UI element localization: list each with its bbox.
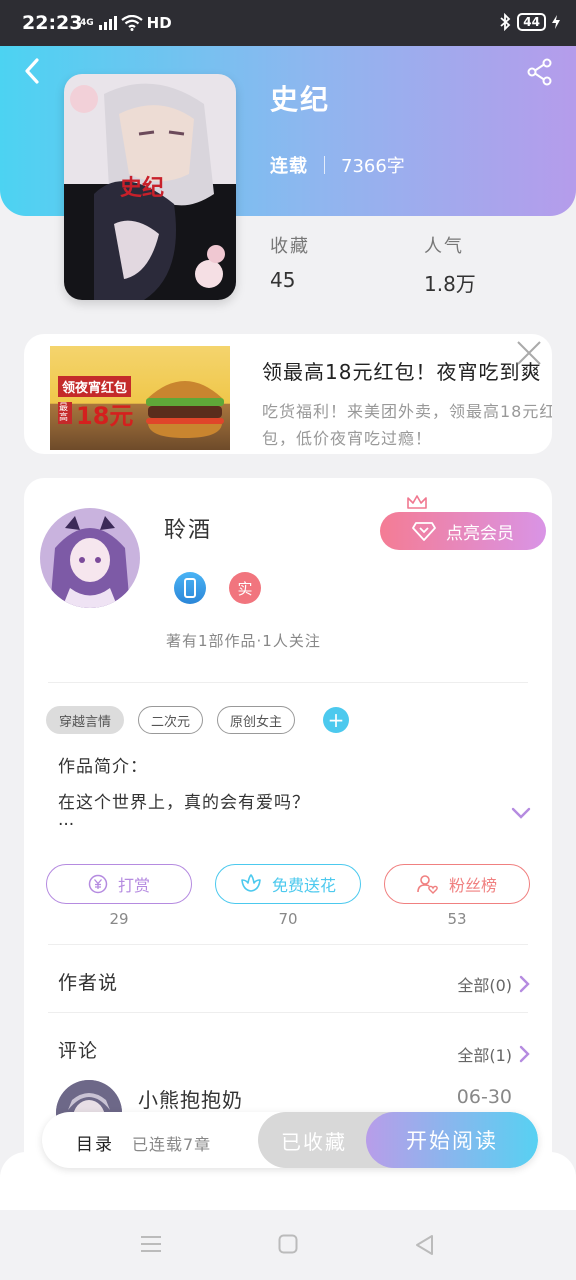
book-status: 连载 (270, 156, 308, 177)
tag-item[interactable]: 二次元 (138, 706, 204, 734)
ad-banner[interactable]: 领夜宵红包 最高 18元 领最高18元红包！夜宵吃到爽 吃货福利！来美团外卖，领… (24, 334, 552, 454)
collected-label: 已收藏 (281, 1129, 347, 1154)
flower-icon (241, 874, 261, 892)
start-reading-button[interactable]: 开始阅读 (366, 1112, 538, 1168)
author-says-all-label: 全部(0) (457, 976, 512, 995)
burger-icon (146, 381, 224, 438)
wifi-icon (120, 15, 143, 31)
author-name: 聆酒 (164, 518, 213, 543)
stat-popularity: 人气 1.8万 (424, 232, 476, 297)
vip-button-label: 点亮会员 (446, 523, 514, 544)
ad-description: 吃货福利！来美团外卖，领最高18元红包，低价夜宵吃过瘾！ (262, 402, 552, 448)
tag-list: 穿越言情 二次元 原创女主 + (46, 706, 350, 734)
send-flower-label: 免费送花 (271, 876, 336, 895)
user-heart-icon (417, 875, 438, 894)
chevron-right-icon (519, 975, 530, 993)
divider (48, 944, 528, 945)
comment-username: 小熊抱抱奶 (138, 1088, 243, 1112)
bottom-bar: 目录 已连载7章 已收藏 开始阅读 (42, 1112, 538, 1168)
stat-value: 1.8万 (424, 272, 476, 296)
book-meta: 连载 7366字 (270, 152, 405, 178)
avatar-illustration (40, 508, 140, 608)
stat-label: 人气 (424, 236, 464, 257)
crown-icon (407, 495, 427, 509)
status-right: 44 (499, 13, 560, 31)
ad-title: 领最高18元红包！夜宵吃到爽 (262, 360, 542, 384)
divider (48, 1012, 528, 1013)
tag-item[interactable]: 穿越言情 (46, 706, 125, 734)
fans-action: 粉丝榜 53 (384, 864, 530, 928)
chevron-down-icon[interactable] (510, 806, 532, 820)
fans-count: 53 (447, 910, 467, 928)
hd-label: HD (146, 14, 172, 32)
ad-image-amount: 18元 (76, 402, 134, 430)
comments-all[interactable]: 全部(1) (457, 1042, 530, 1066)
serial-status: 已连载7章 (132, 1135, 212, 1154)
book-title: 史纪 (270, 83, 331, 116)
book-cover[interactable]: 史纪 (64, 74, 236, 300)
ad-image-prefix: 最高 (58, 402, 72, 424)
intro-heading: 作品简介： (58, 757, 148, 777)
menu-icon[interactable] (140, 1234, 162, 1254)
action-buttons: 打赏 29 免费送花 70 粉丝榜 53 (46, 864, 530, 928)
start-reading-label: 开始阅读 (406, 1129, 498, 1153)
flower-count: 70 (278, 910, 298, 928)
author-says-all[interactable]: 全部(0) (457, 972, 530, 996)
author-avatar[interactable] (40, 508, 140, 608)
close-icon[interactable] (516, 340, 542, 366)
fans-rank-label: 粉丝榜 (448, 876, 497, 895)
send-flower-button[interactable]: 免费送花 (215, 864, 361, 904)
charging-icon (552, 15, 560, 29)
reward-action: 打赏 29 (46, 864, 192, 928)
phone-badge-icon (174, 572, 206, 604)
author-works: 著有1部作品·1人关注 (166, 632, 321, 650)
status-time: 22:23 (22, 12, 83, 34)
comments-title: 评论 (58, 1040, 99, 1062)
word-count: 7366字 (341, 156, 405, 177)
comment-date: 06-30 (456, 1086, 512, 1108)
toc-button[interactable]: 目录 (76, 1130, 114, 1155)
flower-action: 免费送花 70 (215, 864, 361, 928)
detail-card: 聆酒 点亮会员 实 著有1部作品·1人关注 穿越言情 二次元 原创女主 + 作品… (24, 478, 552, 1178)
reward-button[interactable]: 打赏 (46, 864, 192, 904)
back-arrow-icon[interactable] (20, 56, 46, 86)
comments-all-label: 全部(1) (457, 1046, 512, 1065)
stat-favorites: 收藏 45 (270, 232, 310, 292)
network-type: 4G (80, 18, 94, 28)
ad-image-top: 领夜宵红包 (58, 376, 132, 397)
signal-icon (98, 16, 117, 30)
meta-divider (324, 156, 325, 174)
real-name-badge: 实 (229, 572, 261, 604)
chevron-right-icon (519, 1045, 530, 1063)
yuan-icon (88, 874, 108, 894)
intro-text: 在这个世界上，真的会有爱吗？ (58, 793, 310, 813)
back-triangle-icon[interactable] (414, 1234, 434, 1256)
add-tag-icon[interactable]: + (323, 707, 350, 733)
home-icon[interactable] (278, 1234, 298, 1254)
diamond-icon (412, 522, 436, 541)
tag-item[interactable]: 原创女主 (217, 706, 296, 734)
fans-rank-button[interactable]: 粉丝榜 (384, 864, 530, 904)
bluetooth-icon (500, 13, 511, 31)
share-icon[interactable] (526, 58, 554, 86)
reward-label: 打赏 (117, 876, 150, 895)
reward-count: 29 (109, 910, 129, 928)
phone-icon (184, 578, 196, 598)
author-says-title: 作者说 (58, 972, 119, 994)
divider (48, 682, 528, 683)
network-indicator: 4G HD (80, 14, 172, 32)
system-nav-bar (0, 1210, 576, 1280)
cover-title: 史纪 (120, 176, 165, 201)
stat-value: 45 (270, 268, 296, 292)
status-bar: 22:23 4G HD 44 (0, 0, 576, 46)
intro-ellipsis: ... (58, 810, 75, 830)
vip-button[interactable]: 点亮会员 (380, 512, 546, 550)
battery-indicator: 44 (517, 13, 546, 31)
stat-label: 收藏 (270, 236, 310, 257)
ad-image: 领夜宵红包 最高 18元 (50, 346, 230, 450)
